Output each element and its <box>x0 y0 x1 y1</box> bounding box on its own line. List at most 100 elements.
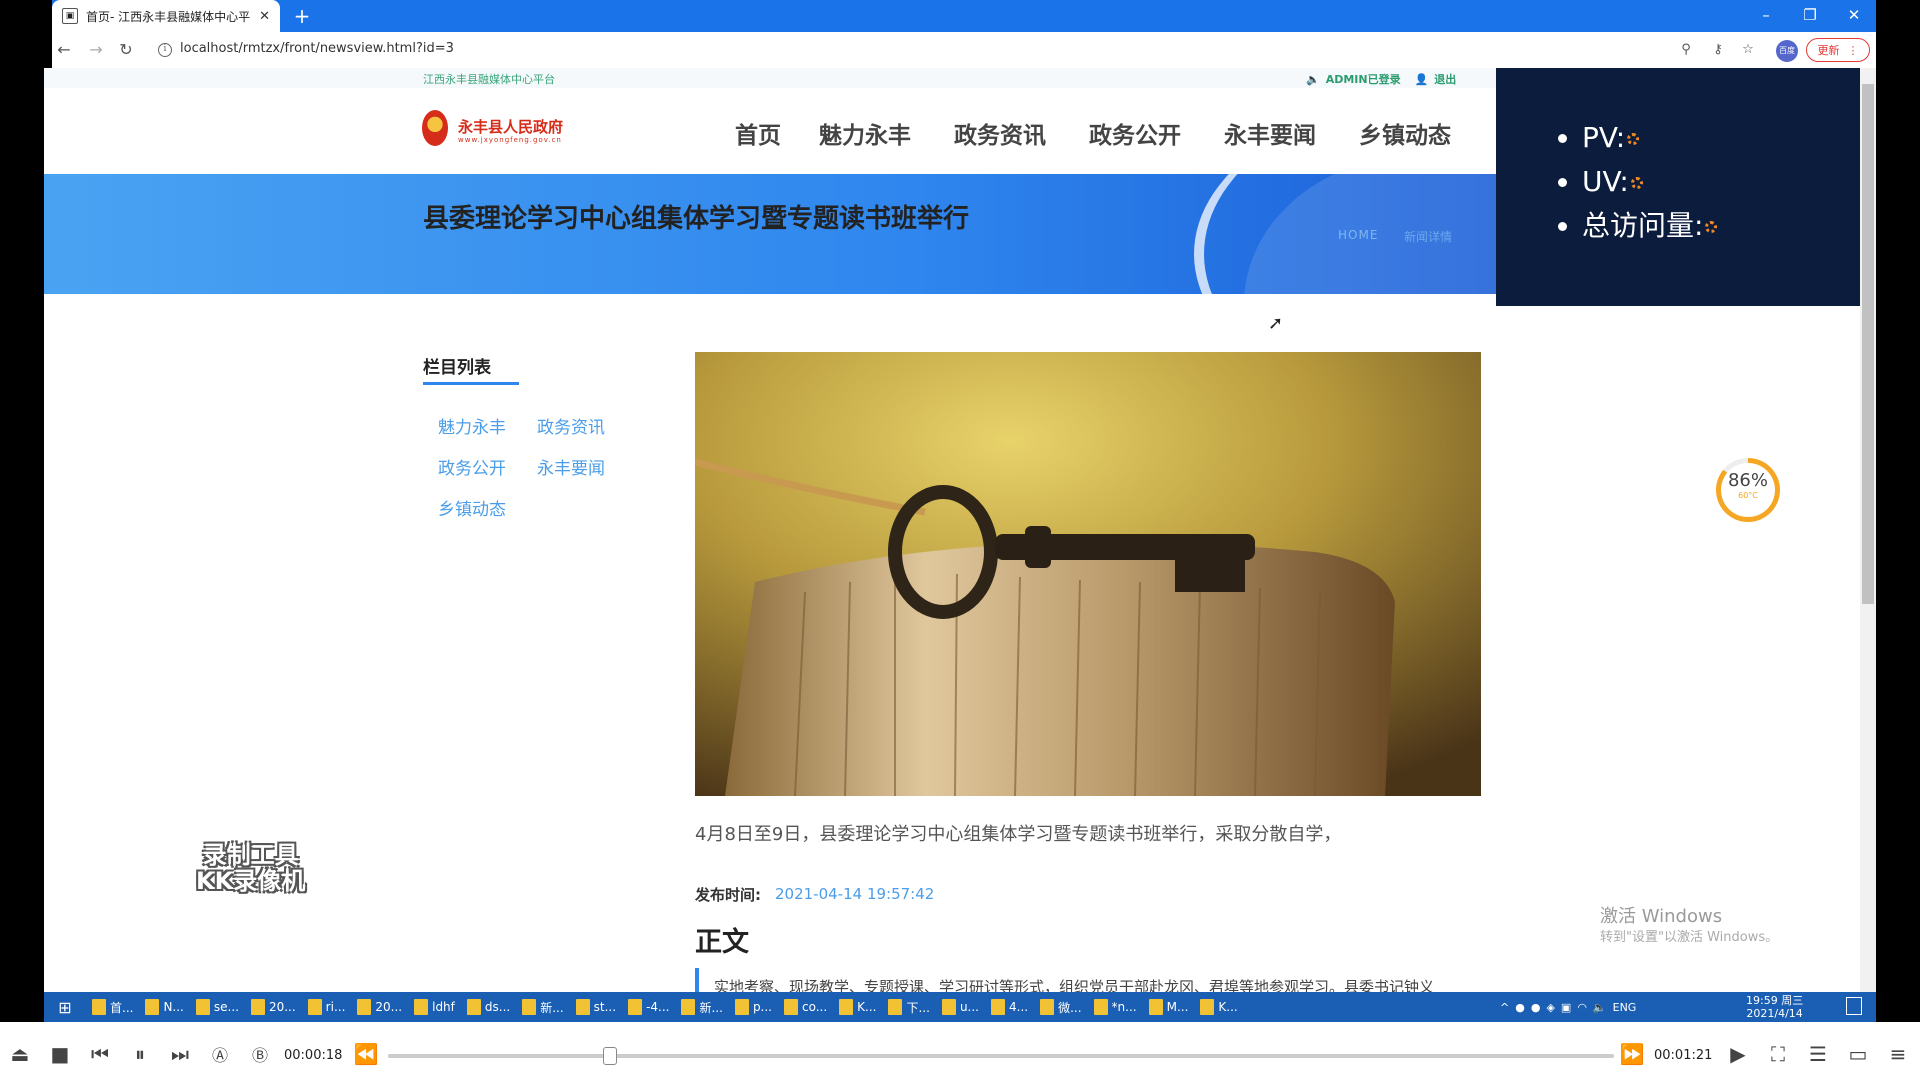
nav-news[interactable]: 永丰要闻 <box>1224 116 1316 150</box>
sidebar-link-news[interactable]: 永丰要闻 <box>537 454 605 479</box>
minimize-button[interactable]: – <box>1744 0 1788 32</box>
taskbar-item[interactable]: -4... <box>622 992 675 1022</box>
taskbar-item[interactable]: se... <box>190 992 245 1022</box>
play-icon[interactable]: ▶ <box>1724 1042 1752 1066</box>
taskbar-item[interactable]: co... <box>778 992 833 1022</box>
taskbar-app-icon <box>250 999 265 1015</box>
start-button[interactable]: ⊞ <box>44 992 86 1022</box>
taskbar-item[interactable]: 下... <box>882 992 935 1022</box>
nav-charm[interactable]: 魅力永丰 <box>819 116 911 150</box>
notification-icon[interactable] <box>1846 997 1862 1015</box>
language-indicator[interactable]: ENG <box>1613 1001 1637 1014</box>
taskbar-item-label: p... <box>752 1000 772 1014</box>
taskbar-item[interactable]: *n... <box>1088 992 1143 1022</box>
article-title: 县委理论学习中心组集体学习暨专题读书班举行 <box>423 204 970 234</box>
taskbar-item[interactable]: ldhf <box>408 992 461 1022</box>
publish-time-label: 发布时间: <box>695 886 761 904</box>
url-field[interactable]: localhost/rmtzx/front/newsview.html?id=3 <box>180 41 454 56</box>
taskbar-app-icon <box>839 999 854 1015</box>
sidebar-title: 栏目列表 <box>423 358 491 378</box>
seek-bar[interactable] <box>388 1054 1614 1058</box>
bookmark-star-icon[interactable]: ☆ <box>1738 40 1758 60</box>
sidebar-link-gov-public[interactable]: 政务公开 <box>438 454 506 479</box>
new-tab-button[interactable]: + <box>290 4 314 28</box>
settings-icon[interactable]: ☰ <box>1804 1042 1832 1066</box>
fullscreen-icon[interactable]: ⛶ <box>1764 1042 1792 1066</box>
taskbar-item-label: K... <box>857 1000 877 1014</box>
logout-link[interactable]: 退出 <box>1434 71 1456 87</box>
taskbar-item-label: 下... <box>906 1000 930 1015</box>
taskbar-item-label: N... <box>163 1000 184 1014</box>
taskbar-item[interactable]: 20... <box>245 992 302 1022</box>
mark-a-icon[interactable]: Ⓐ <box>206 1042 234 1066</box>
key-icon[interactable]: ⚷ <box>1708 40 1728 60</box>
next-icon[interactable]: ⏭ <box>166 1042 194 1066</box>
taskbar-item[interactable]: K... <box>1194 992 1243 1022</box>
taskbar-item[interactable]: ri... <box>302 992 352 1022</box>
nav-gov-public[interactable]: 政务公开 <box>1089 116 1181 150</box>
playlist-icon[interactable]: ≡ <box>1884 1042 1912 1066</box>
tray-chevron-icon[interactable]: ^ <box>1500 1001 1509 1014</box>
close-window-button[interactable]: ✕ <box>1832 0 1876 32</box>
mark-b-icon[interactable]: Ⓑ <box>246 1042 274 1066</box>
taskbar-item-label: M... <box>1166 1000 1189 1014</box>
restore-button[interactable]: ❐ <box>1788 0 1832 32</box>
taskbar-item[interactable]: u... <box>936 992 985 1022</box>
tray-app-icon[interactable]: ● <box>1515 1001 1525 1014</box>
site-info-icon[interactable]: i <box>158 43 172 57</box>
taskbar-item[interactable]: p... <box>729 992 778 1022</box>
tray-app-icon[interactable]: ● <box>1531 1001 1541 1014</box>
fast-forward-icon[interactable]: ⏩ <box>1618 1042 1646 1066</box>
previous-icon[interactable]: ⏮ <box>86 1042 114 1066</box>
taskbar-item-label: 新... <box>699 1000 723 1015</box>
seek-thumb[interactable] <box>602 1047 617 1065</box>
sidebar-link-charm[interactable]: 魅力永丰 <box>438 413 506 438</box>
title-banner: 县委理论学习中心组集体学习暨专题读书班举行 HOME 新闻详情 <box>44 174 1496 294</box>
wifi-icon[interactable]: ◠ <box>1577 1001 1587 1014</box>
national-emblem-icon <box>422 110 448 146</box>
profile-avatar[interactable]: 百度 <box>1776 40 1798 62</box>
sidebar-link-gov-info[interactable]: 政务资讯 <box>537 413 605 438</box>
taskbar-item[interactable]: K... <box>833 992 882 1022</box>
taskbar-app-icon <box>522 999 537 1015</box>
pause-icon[interactable]: ⏸ <box>126 1042 154 1066</box>
screenshot-icon[interactable]: ▭ <box>1844 1042 1872 1066</box>
taskbar-item[interactable]: 4... <box>985 992 1034 1022</box>
nav-towns[interactable]: 乡镇动态 <box>1359 116 1451 150</box>
sidebar-link-towns[interactable]: 乡镇动态 <box>438 495 506 520</box>
stop-icon[interactable]: ■ <box>46 1042 74 1066</box>
browser-tab[interactable]: ▣ 首页- 江西永丰县融媒体中心平台 ✕ <box>52 0 280 32</box>
tray-app-icon[interactable]: ▣ <box>1561 1001 1571 1014</box>
taskbar-item[interactable]: 新... <box>675 992 728 1022</box>
scrollbar-thumb[interactable] <box>1862 84 1874 604</box>
taskbar-clock[interactable]: 19:59 周三 2021/4/14 <box>1746 994 1803 1020</box>
taskbar-item[interactable]: st... <box>570 992 622 1022</box>
taskbar-item-label: se... <box>213 1000 239 1014</box>
publish-time-value: 2021-04-14 19:57:42 <box>775 885 935 903</box>
nav-home[interactable]: 首页 <box>735 116 781 150</box>
forward-button[interactable]: → <box>84 38 108 62</box>
nav-gov-info[interactable]: 政务资讯 <box>954 116 1046 150</box>
taskbar-item[interactable]: 首... <box>86 992 139 1022</box>
taskbar-item[interactable]: 微... <box>1034 992 1087 1022</box>
taskbar-item[interactable]: 新... <box>516 992 569 1022</box>
taskbar-item-label: 20... <box>375 1000 403 1014</box>
taskbar-item[interactable]: N... <box>139 992 189 1022</box>
close-tab-icon[interactable]: ✕ <box>259 9 270 24</box>
taskbar-item-label: st... <box>593 1000 617 1014</box>
eject-icon[interactable]: ⏏ <box>6 1042 34 1066</box>
update-button[interactable]: 更新 ⋮ <box>1806 38 1870 62</box>
volume-icon[interactable]: 🔈 <box>1593 1001 1607 1014</box>
total-time: 00:01:21 <box>1654 1048 1713 1063</box>
taskbar-item[interactable]: 20... <box>351 992 408 1022</box>
reload-button[interactable]: ↻ <box>114 38 138 62</box>
rewind-icon[interactable]: ⏪ <box>352 1042 380 1066</box>
taskbar-item[interactable]: ds... <box>461 992 516 1022</box>
taskbar-app-icon <box>1148 999 1163 1015</box>
logo-title[interactable]: 永丰县人民政府 <box>458 116 563 137</box>
back-button[interactable]: ← <box>52 38 76 62</box>
tray-app-icon[interactable]: ◈ <box>1546 1001 1554 1014</box>
location-icon[interactable]: ⚲ <box>1676 40 1696 60</box>
breadcrumb-home[interactable]: HOME <box>1338 228 1378 242</box>
taskbar-item[interactable]: M... <box>1143 992 1195 1022</box>
